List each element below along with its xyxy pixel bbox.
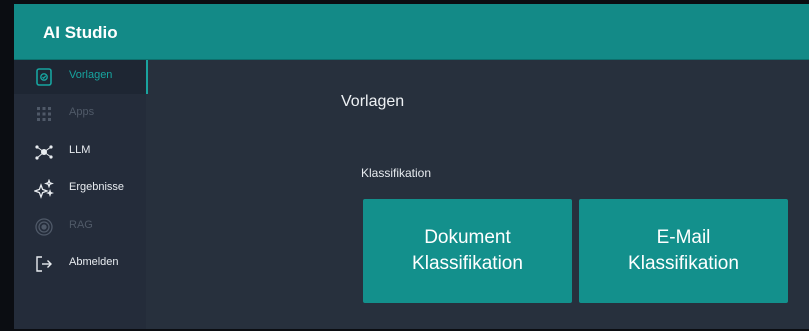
sidebar-item-vorlagen[interactable]: Vorlagen xyxy=(14,60,148,94)
app-title: AI Studio xyxy=(43,23,118,42)
apps-grid-icon xyxy=(34,104,54,124)
tile-label-line2: Klassifikation xyxy=(628,253,739,274)
sidebar-item-apps[interactable]: Apps xyxy=(14,97,146,131)
tile-label-line2: Klassifikation xyxy=(412,253,523,274)
dokument-klassifikation-tile[interactable]: Dokument Klassifikation xyxy=(363,199,572,303)
tile-label-line1: Dokument xyxy=(424,227,511,248)
sidebar-item-abmelden[interactable]: Abmelden xyxy=(14,247,146,281)
sidebar-item-label: Abmelden xyxy=(69,256,119,268)
sidebar-item-llm[interactable]: LLM xyxy=(14,135,146,169)
email-klassifikation-tile[interactable]: E-Mail Klassifikation xyxy=(579,199,788,303)
page-title: Vorlagen xyxy=(341,93,405,110)
sidebar-item-label: Apps xyxy=(69,106,95,118)
sidebar-item-ergebnisse[interactable]: Ergebnisse xyxy=(14,172,146,206)
tile-label: E-Mail Klassifikation xyxy=(628,225,739,277)
logout-icon xyxy=(34,254,54,274)
section-label: Klassifikation xyxy=(361,166,432,180)
title-bar: AI Studio xyxy=(14,4,809,60)
sidebar-item-label: Ergebnisse xyxy=(69,181,125,193)
sparkles-icon xyxy=(34,179,54,199)
sidebar: Vorlagen Apps LLM Ergebnisse RAG Abmelde… xyxy=(14,60,148,329)
sidebar-item-label: RAG xyxy=(69,219,93,231)
rag-target-icon xyxy=(34,217,54,237)
sidebar-item-label: LLM xyxy=(69,144,91,156)
sidebar-item-rag[interactable]: RAG xyxy=(14,210,146,244)
tile-label: Dokument Klassifikation xyxy=(412,225,523,277)
template-icon xyxy=(34,67,54,87)
tile-label-line1: E-Mail xyxy=(656,227,711,248)
window-frame: AI Studio Vorlagen Apps LLM Ergebnisse R… xyxy=(0,0,809,331)
sidebar-item-label: Vorlagen xyxy=(69,69,113,81)
llm-network-icon xyxy=(34,142,54,162)
